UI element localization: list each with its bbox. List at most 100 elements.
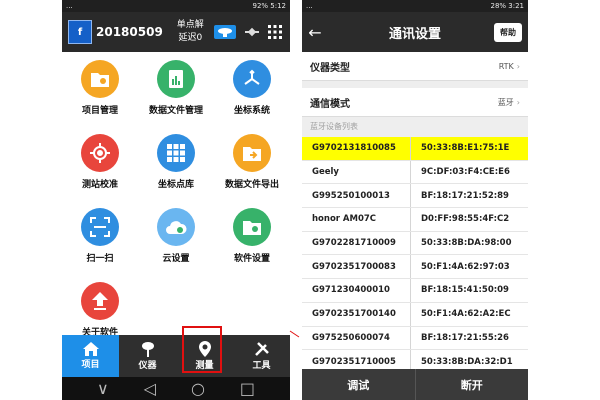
chevron-right-icon: ›: [516, 97, 520, 107]
device-name: G9702351700083: [312, 261, 396, 272]
tile-label: 扫一扫: [86, 254, 114, 264]
tab-instrument[interactable]: 仪器: [119, 326, 222, 377]
row-value: RTK ›: [499, 62, 520, 71]
device-name: G9702351700140: [312, 309, 396, 320]
cloud-settings-icon: [157, 208, 195, 246]
device-row[interactable]: G975250600074 BF:18:17:21:55:26: [302, 326, 528, 351]
device-mac: 50:F1:4A:62:97:03: [410, 255, 528, 279]
bluetooth-device-list: G9702131810085 50:33:8B:E1:75:1E Geely 9…: [302, 137, 528, 374]
about-software-tile[interactable]: 关于软件: [62, 282, 138, 342]
tile-label: 坐标点库: [157, 180, 194, 190]
red-stroke: [289, 330, 300, 338]
status-left: ...: [306, 2, 313, 10]
device-name: G9702351710005: [312, 356, 396, 367]
coordinate-axes-icon: [233, 60, 271, 98]
status-bar: ... 28% 3:21: [302, 0, 528, 12]
row-value: 蓝牙 ›: [498, 97, 520, 108]
status-left: ...: [66, 2, 73, 10]
tile-label: 项目管理: [81, 106, 118, 116]
tab-project[interactable]: 项目: [62, 335, 119, 377]
tab-tools[interactable]: 工具: [233, 335, 290, 377]
tab-label: 测量: [195, 361, 214, 371]
comm-mode-value: 蓝牙: [497, 97, 514, 107]
tile-label: 云设置: [162, 254, 190, 264]
grid-menu-icon[interactable]: [268, 25, 282, 39]
coordinate-point-library-tile[interactable]: 坐标点库: [138, 134, 214, 194]
device-row[interactable]: G971230400010 BF:18:15:41:50:09: [302, 279, 528, 303]
row-label: 仪器类型: [310, 62, 350, 74]
crosshair-target-icon: [81, 134, 119, 172]
solution-type: 单点解: [176, 20, 204, 30]
folder-settings-icon: [81, 60, 119, 98]
device-row[interactable]: honor AM07C D0:FF:98:55:4F:C2: [302, 208, 528, 232]
solution-status: 单点解 延迟0: [177, 19, 204, 45]
device-name: G9702281710009: [312, 238, 396, 249]
bottom-nav: 项目 仪器 测量 工具: [62, 326, 290, 377]
comm-mode-row[interactable]: 通信模式 蓝牙 ›: [302, 88, 528, 117]
project-name[interactable]: 20180509: [96, 25, 163, 39]
latency: 延迟0: [178, 33, 203, 43]
tab-survey[interactable]: 测量: [176, 335, 233, 377]
device-row[interactable]: G9702351700083 50:F1:4A:62:97:03: [302, 255, 528, 280]
status-right: 28% 3:21: [490, 2, 524, 10]
help-button[interactable]: 帮助: [494, 22, 522, 42]
right-phone-screen: ... 28% 3:21 ← 通讯设置 帮助 仪器类型 RTK › 通信模式 蓝牙…: [302, 0, 528, 400]
device-name: Geely: [312, 167, 339, 178]
software-settings-icon: [233, 208, 271, 246]
device-name: G995250100013: [312, 190, 390, 201]
status-right: 92% 5:12: [252, 2, 286, 10]
device-mac: BF:18:17:21:52:89: [410, 184, 528, 208]
coordinate-system-tile[interactable]: 坐标系统: [214, 60, 290, 120]
project-icon[interactable]: f: [68, 20, 92, 44]
device-mac: 50:F1:4A:62:A2:EC: [410, 302, 528, 326]
tab-label: 项目: [81, 360, 100, 370]
tile-label: 数据文件管理: [148, 106, 203, 116]
device-name: G975250600074: [312, 332, 390, 343]
back-arrow-icon[interactable]: ←: [302, 23, 328, 42]
data-file-export-tile[interactable]: 数据文件导出: [214, 134, 290, 194]
tab-label: 工具: [252, 361, 271, 371]
device-row[interactable]: Geely 9C:DF:03:F4:CE:E6: [302, 160, 528, 185]
disconnect-button[interactable]: 断开: [414, 369, 529, 400]
status-bar: ... 92% 5:12: [62, 0, 290, 12]
row-label: 通信模式: [310, 98, 350, 110]
device-row[interactable]: G9702281710009 50:33:8B:DA:98:00: [302, 231, 528, 256]
tile-label: 坐标系统: [233, 106, 270, 116]
station-calibration-tile[interactable]: 测站校准: [62, 134, 138, 194]
nav-recent-icon[interactable]: □: [240, 379, 255, 398]
tab-label: 仪器: [138, 361, 157, 371]
upload-arrow-icon: [81, 282, 119, 320]
device-name: G9702131810085: [312, 143, 396, 154]
device-mac: 9C:DF:03:F4:CE:E6: [410, 160, 528, 184]
point-grid-icon: [157, 134, 195, 172]
receiver-icon[interactable]: [214, 25, 236, 39]
section-header: 蓝牙设备列表: [302, 117, 528, 137]
device-name: honor AM07C: [312, 214, 377, 225]
data-file-management-tile[interactable]: 数据文件管理: [138, 60, 214, 120]
main-header: f 20180509 单点解 延迟0: [62, 12, 290, 52]
home-icon: [82, 342, 99, 356]
device-row[interactable]: G9702131810085 50:33:8B:E1:75:1E: [302, 137, 528, 161]
tools-icon: [254, 342, 269, 356]
tile-label: 测站校准: [81, 180, 118, 190]
project-management-tile[interactable]: 项目管理: [62, 60, 138, 120]
instrument-type-row[interactable]: 仪器类型 RTK ›: [302, 52, 528, 81]
device-mac: BF:18:17:21:55:26: [410, 326, 528, 350]
device-mac: 50:33:8B:DA:98:00: [410, 231, 528, 255]
debug-button[interactable]: 调试: [302, 369, 415, 400]
device-row[interactable]: G9702351700140 50:F1:4A:62:A2:EC: [302, 302, 528, 327]
nav-home-icon[interactable]: ○: [191, 379, 205, 398]
device-row[interactable]: G995250100013 BF:18:17:21:52:89: [302, 184, 528, 209]
software-settings-tile[interactable]: 软件设置: [214, 208, 290, 268]
cloud-settings-tile[interactable]: 云设置: [138, 208, 214, 268]
device-name: G971230400010: [312, 285, 390, 296]
system-nav-bar: ∨ ◁ ○ □: [62, 377, 290, 400]
scan-tile[interactable]: 扫一扫: [62, 208, 138, 268]
map-pin-icon: [198, 341, 211, 357]
device-mac: BF:18:15:41:50:09: [410, 279, 528, 302]
satellite-icon[interactable]: [245, 25, 259, 39]
project-icon-letter: f: [77, 26, 83, 38]
nav-back-icon[interactable]: ◁: [144, 379, 156, 398]
nav-down-icon[interactable]: ∨: [97, 379, 109, 398]
divider: [302, 81, 528, 88]
